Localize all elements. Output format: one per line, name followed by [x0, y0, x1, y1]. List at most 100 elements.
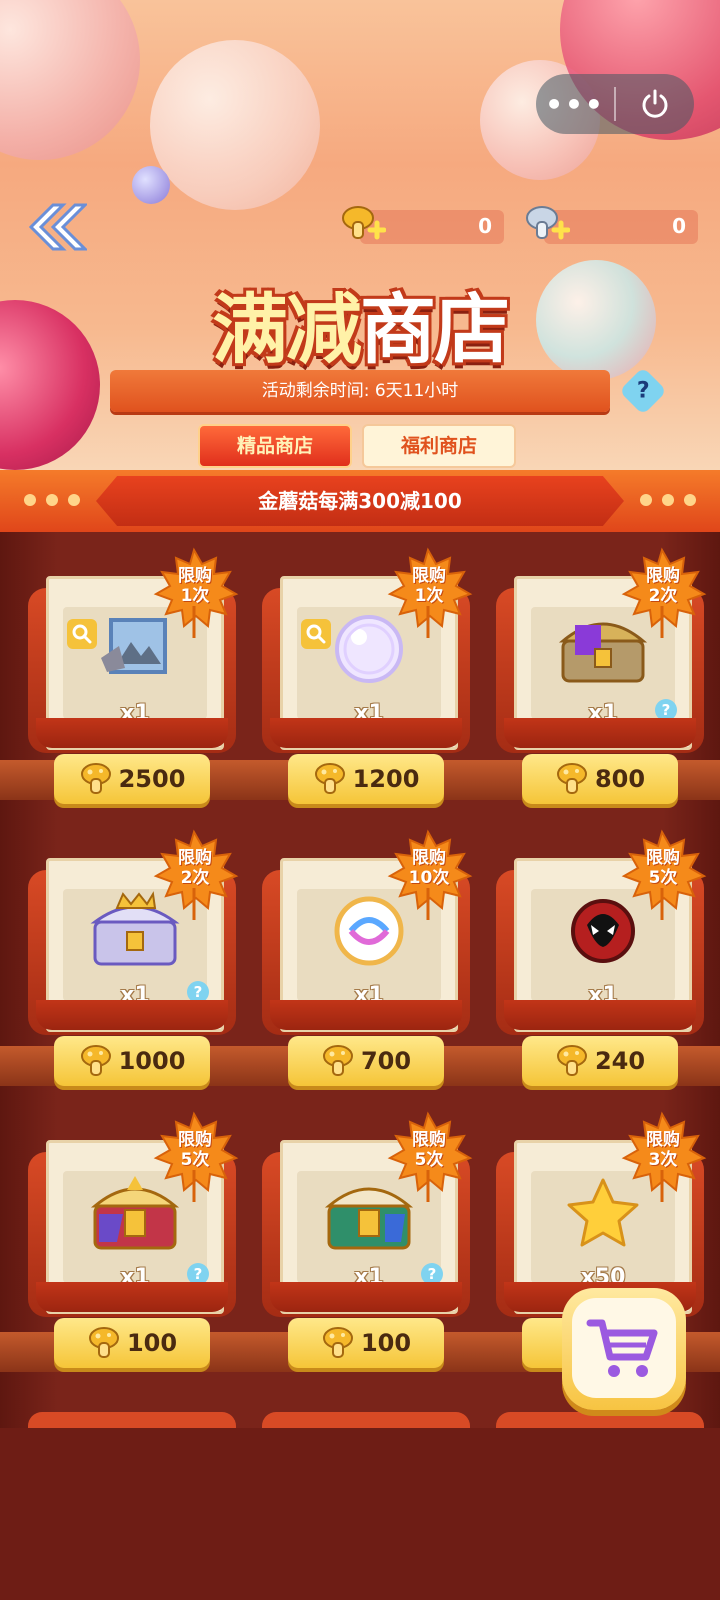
silver-mushroom-add-icon — [526, 206, 570, 240]
gold-mushroom-icon — [80, 763, 111, 794]
shop-item-card[interactable]: x1 限购 5次 240 — [496, 829, 707, 1110]
magnifier-icon — [72, 624, 92, 644]
purchase-limit-text: 限购 1次 — [160, 566, 230, 606]
decor-dot — [24, 494, 36, 506]
decor-dot — [662, 494, 674, 506]
purchase-limit-label: 限购 — [412, 1130, 446, 1150]
gold-mushroom-icon — [80, 1045, 111, 1076]
mini-program-capsule: ••• — [536, 74, 694, 134]
cart-icon — [586, 1319, 658, 1377]
purchase-limit-count: 5次 — [414, 1150, 444, 1170]
gold-mushroom-icon — [556, 763, 587, 794]
purchase-limit-badge: 限购 1次 — [380, 546, 476, 642]
shop-item-card[interactable]: x1? 限购 5次 100 — [262, 1111, 473, 1392]
decor-bubble — [0, 300, 100, 470]
gold-mushroom-icon — [88, 1327, 119, 1358]
gold-mushroom-icon — [314, 763, 345, 794]
purchase-limit-label: 限购 — [178, 848, 212, 868]
buy-button[interactable]: 100 — [54, 1318, 210, 1368]
item-price: 240 — [594, 1047, 646, 1075]
gold-mushroom-add-icon — [342, 206, 386, 240]
purchase-limit-text: 限购 5次 — [628, 848, 698, 888]
more-button[interactable]: ••• — [536, 88, 614, 121]
item-price: 100 — [126, 1329, 178, 1357]
purchase-limit-count: 5次 — [180, 1150, 210, 1170]
shop-item-card[interactable]: x1? 限购 2次 800 — [496, 547, 707, 828]
purchase-limit-label: 限购 — [646, 566, 680, 586]
shop-item-card[interactable]: x1? 限购 5次 100 — [28, 1111, 239, 1392]
purchase-limit-text: 限购 2次 — [160, 848, 230, 888]
purchase-limit-badge: 限购 2次 — [614, 546, 710, 642]
shop-header: ••• 0 0 满减商店 活动剩余时间: 6天11小时 ? 精品商店 福利商店 — [0, 0, 720, 470]
card-peek — [496, 1412, 704, 1428]
item-basket-lip — [36, 1000, 228, 1030]
buy-button[interactable]: 100 — [288, 1318, 444, 1368]
purchase-limit-label: 限购 — [412, 566, 446, 586]
preview-button[interactable] — [301, 619, 331, 649]
buy-button[interactable]: 1000 — [54, 1036, 210, 1086]
purchase-limit-count: 10次 — [408, 868, 450, 888]
buy-button[interactable]: 240 — [522, 1036, 678, 1086]
item-price: 1000 — [118, 1047, 186, 1075]
purchase-limit-label: 限购 — [646, 1130, 680, 1150]
gold-mushroom-counter[interactable]: 0 — [342, 206, 504, 244]
tab-welfare-shop[interactable]: 福利商店 — [362, 424, 516, 468]
shop-item-card[interactable]: x1 限购 10次 700 — [262, 829, 473, 1110]
buy-button[interactable]: 2500 — [54, 754, 210, 804]
purchase-limit-badge: 限购 5次 — [380, 1110, 476, 1206]
buy-button[interactable]: 700 — [288, 1036, 444, 1086]
magnifier-icon — [306, 624, 326, 644]
purchase-limit-badge: 限购 2次 — [146, 828, 242, 924]
power-icon — [642, 89, 668, 118]
shop-item-card[interactable]: x1 限购 1次 1200 — [262, 547, 473, 828]
purchase-limit-badge: 限购 5次 — [146, 1110, 242, 1206]
item-price: 700 — [360, 1047, 412, 1075]
silver-mushroom-value: 0 — [672, 214, 686, 238]
card-peek — [28, 1412, 236, 1428]
item-basket-lip — [270, 718, 462, 748]
card-peek — [262, 1412, 470, 1428]
countdown-ribbon: 活动剩余时间: 6天11小时 — [110, 370, 610, 412]
gold-mushroom-icon — [556, 1045, 587, 1076]
purchase-limit-count: 1次 — [180, 586, 210, 606]
item-basket-lip — [36, 1282, 228, 1312]
gold-mushroom-icon — [322, 1045, 353, 1076]
preview-button[interactable] — [67, 619, 97, 649]
purchase-limit-count: 2次 — [180, 868, 210, 888]
item-basket-lip — [504, 718, 696, 748]
gold-mushroom-value: 0 — [478, 214, 492, 238]
gold-mushroom-icon — [322, 1327, 353, 1358]
shop-item-card[interactable]: x1? 限购 2次 1000 — [28, 829, 239, 1110]
purchase-limit-text: 限购 5次 — [394, 1130, 464, 1170]
shop-item-card[interactable]: x1 限购 1次 2500 — [28, 547, 239, 828]
item-price: 1200 — [352, 765, 420, 793]
promo-text: 金蘑菇每满300减100 — [96, 476, 624, 526]
decor-dot — [46, 494, 58, 506]
item-price: 800 — [594, 765, 646, 793]
shop-title-part2: 商店 — [360, 285, 510, 374]
purchase-limit-label: 限购 — [646, 848, 680, 868]
item-basket-lip — [36, 718, 228, 748]
help-button[interactable]: ? — [618, 366, 668, 416]
bottom-area — [0, 1428, 720, 1600]
buy-button[interactable]: 1200 — [288, 754, 444, 804]
purchase-limit-label: 限购 — [178, 566, 212, 586]
purchase-limit-text: 限购 2次 — [628, 566, 698, 606]
silver-mushroom-counter[interactable]: 0 — [526, 206, 698, 244]
item-basket-lip — [270, 1000, 462, 1030]
help-question-icon: ? — [636, 377, 650, 403]
purchase-limit-badge: 限购 10次 — [380, 828, 476, 924]
cart-button-face — [572, 1298, 676, 1398]
close-button[interactable] — [616, 87, 694, 121]
shop-title-part1: 满减 — [212, 285, 362, 374]
purchase-limit-label: 限购 — [412, 848, 446, 868]
purchase-limit-text: 限购 3次 — [628, 1130, 698, 1170]
purchase-limit-count: 2次 — [648, 586, 678, 606]
buy-button[interactable]: 800 — [522, 754, 678, 804]
decor-dot — [684, 494, 696, 506]
purchase-limit-badge: 限购 3次 — [614, 1110, 710, 1206]
back-button[interactable] — [20, 196, 90, 258]
purchase-limit-text: 限购 5次 — [160, 1130, 230, 1170]
cart-button[interactable] — [562, 1288, 686, 1410]
tab-premium-shop[interactable]: 精品商店 — [198, 424, 352, 468]
